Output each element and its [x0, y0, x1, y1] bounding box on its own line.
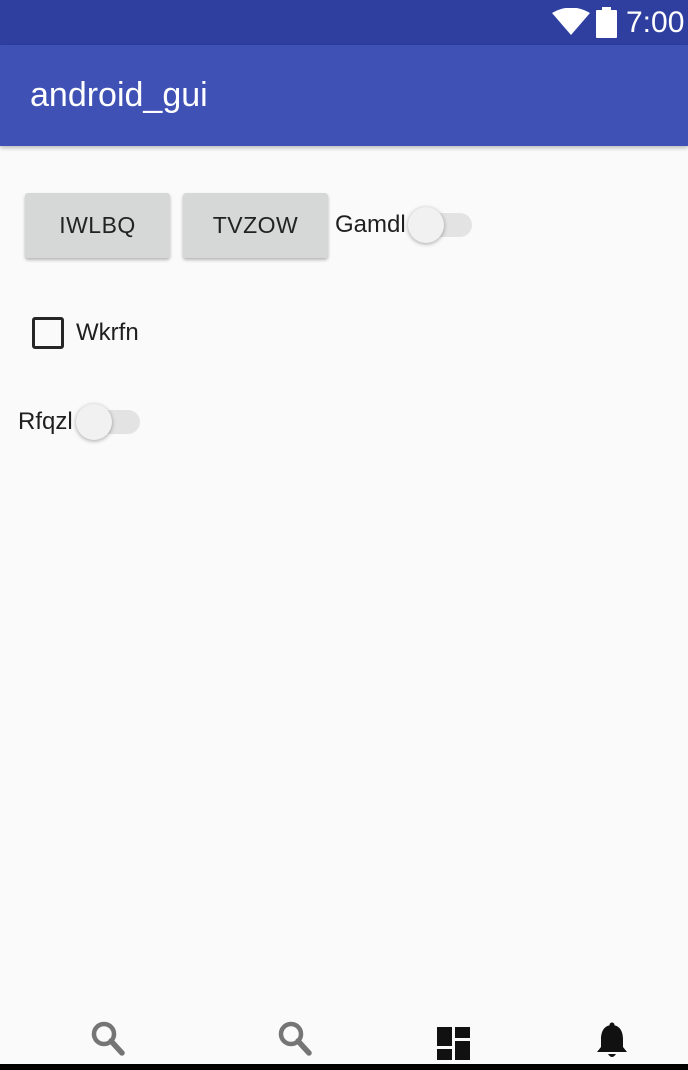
bottom-edge [0, 1064, 688, 1070]
rfqzl-switch-thumb[interactable] [76, 404, 112, 440]
app-title: android_gui [30, 76, 208, 114]
notifications-bell-icon [597, 1022, 627, 1057]
nav-item-dashboard[interactable] [434, 1016, 474, 1060]
gamdl-switch-label: Gamdl [335, 211, 406, 238]
status-bar: 7:00 [0, 0, 688, 45]
status-clock: 7:00 [626, 6, 685, 39]
iwlbq-button[interactable]: IWLBQ [25, 193, 170, 258]
wkrfn-checkbox-label[interactable]: Wkrfn [76, 318, 139, 348]
wkrfn-checkbox[interactable] [32, 317, 64, 349]
app-bar: android_gui [0, 45, 688, 146]
battery-icon [596, 7, 617, 38]
wifi-icon [552, 8, 590, 35]
rfqzl-switch-label: Rfqzl [18, 408, 73, 435]
nav-item-notifications[interactable] [592, 1016, 632, 1060]
nav-item-search-2[interactable] [275, 1016, 315, 1060]
search-icon [278, 1021, 312, 1056]
search-icon [91, 1021, 125, 1056]
gamdl-switch-thumb[interactable] [408, 207, 444, 243]
tvzow-button[interactable]: TVZOW [183, 193, 328, 258]
nav-item-search-1[interactable] [88, 1016, 128, 1060]
dashboard-icon [437, 1027, 470, 1060]
